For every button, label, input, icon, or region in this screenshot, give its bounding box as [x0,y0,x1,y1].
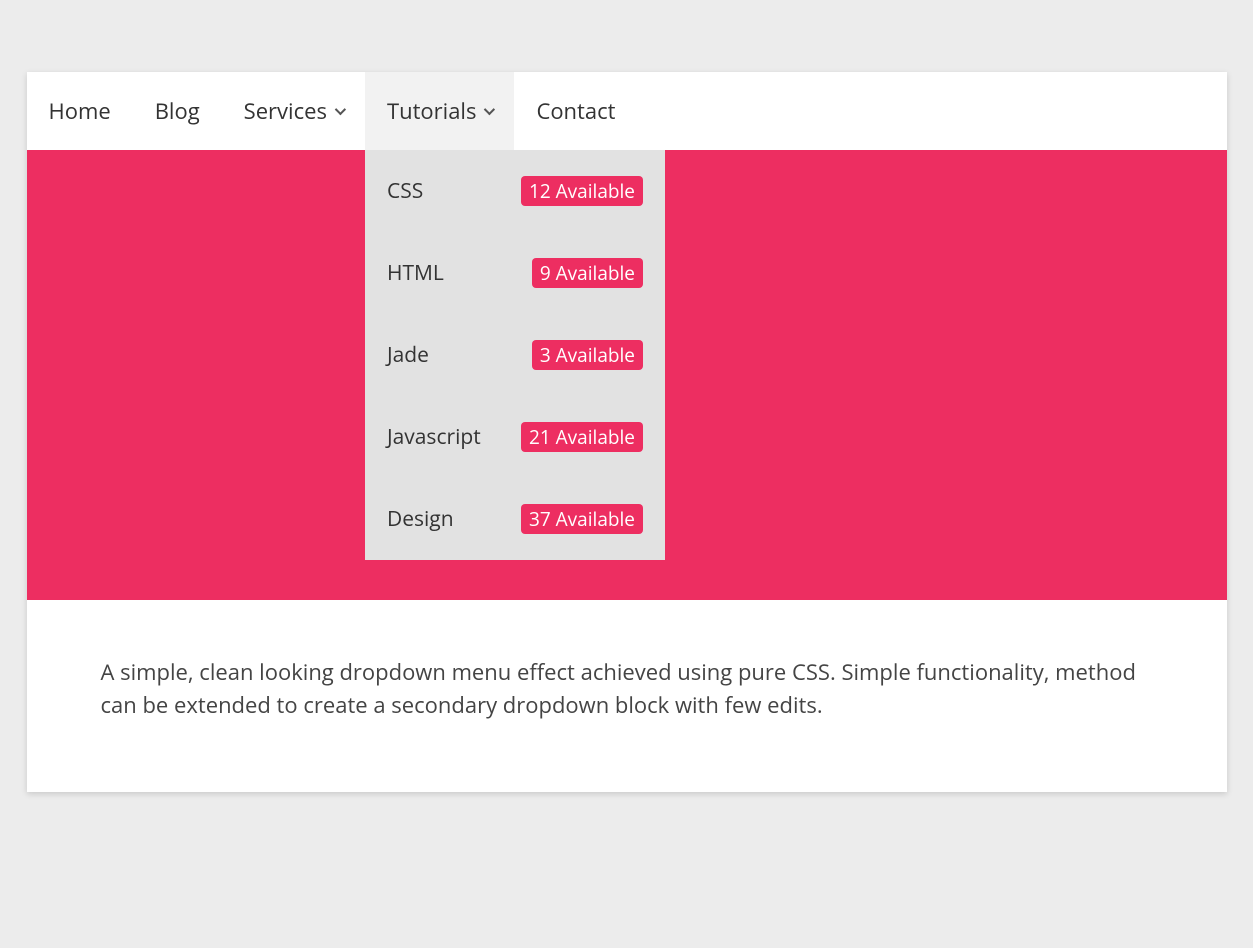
nav-item-home[interactable]: Home [27,72,133,150]
count-badge: 9 Available [532,258,643,288]
dropdown-item-javascript[interactable]: Javascript 21 Available [365,396,665,478]
count-badge: 3 Available [532,340,643,370]
dropdown-item-label: HTML [387,259,444,287]
demo-card: Home Blog Services Tutorials Contact CSS… [27,72,1227,792]
main-nav: Home Blog Services Tutorials Contact [27,72,1227,150]
chevron-down-icon [484,104,495,115]
nav-item-label: Tutorials [387,96,477,126]
nav-item-contact[interactable]: Contact [514,72,637,150]
chevron-down-icon [335,104,346,115]
nav-item-services[interactable]: Services [222,72,365,150]
nav-item-label: Blog [155,96,200,126]
dropdown-item-css[interactable]: CSS 12 Available [365,150,665,232]
count-badge: 21 Available [521,422,643,452]
nav-item-label: Contact [536,96,615,126]
nav-item-blog[interactable]: Blog [133,72,222,150]
nav-item-label: Home [49,96,111,126]
tutorials-dropdown: CSS 12 Available HTML 9 Available Jade 3… [365,150,665,560]
nav-item-label: Services [244,96,327,126]
dropdown-item-html[interactable]: HTML 9 Available [365,232,665,314]
dropdown-item-jade[interactable]: Jade 3 Available [365,314,665,396]
count-badge: 37 Available [521,504,643,534]
description-text: A simple, clean looking dropdown menu ef… [27,600,1227,792]
dropdown-item-design[interactable]: Design 37 Available [365,478,665,560]
count-badge: 12 Available [521,176,643,206]
dropdown-item-label: Design [387,505,454,533]
nav-item-tutorials[interactable]: Tutorials [365,72,515,150]
dropdown-item-label: Javascript [387,423,481,451]
dropdown-item-label: Jade [387,341,429,369]
dropdown-item-label: CSS [387,177,423,205]
hero-area: CSS 12 Available HTML 9 Available Jade 3… [27,150,1227,600]
